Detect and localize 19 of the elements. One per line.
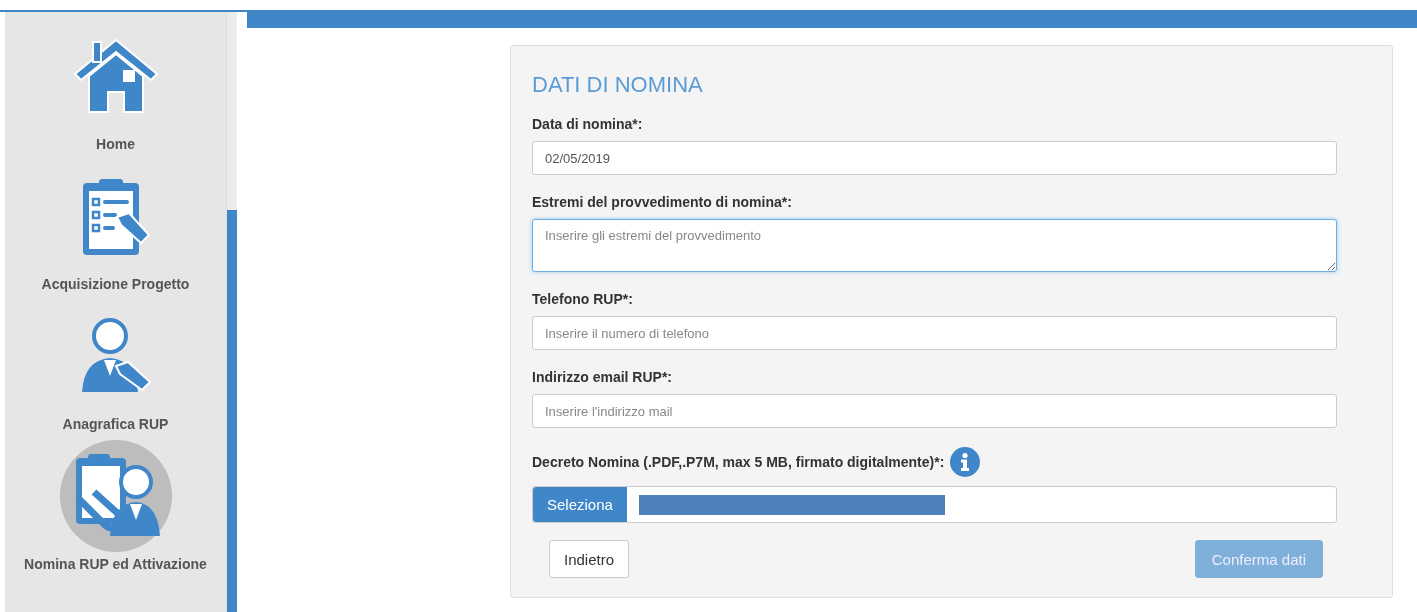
text-area[interactable]: Inserire gli estremi del provvedimento [532,219,1337,272]
file-field[interactable]: Seleziona [532,486,1337,523]
field-label: Indirizzo email RUP*: [532,369,673,385]
sidebar-item[interactable]: Acquisizione Progetto [41,152,190,292]
back-button[interactable]: Indietro [549,540,630,578]
field-label: Decreto Nomina (.PDF,.P7M, max 5 MB, firmato digitalmente)*: [532,454,945,470]
sidebar-item[interactable]: Anagrafica RUP [59,292,172,432]
field-label: Estremi del provvedimento di nomina*: [532,194,792,210]
info-icon[interactable] [950,447,981,477]
sidebar-item[interactable]: Nomina RUP ed Attivazione [24,432,207,572]
input-field[interactable]: Inserire il numero di telefono [532,316,1337,350]
section-title: DATI DI NOMINA [532,72,704,98]
field-label: Telefono RUP*: [532,291,633,307]
scrollbar[interactable] [226,12,237,612]
input-field[interactable]: Inserire l'indirizzo mail [532,394,1337,428]
sidebar-item[interactable]: Home [59,12,172,152]
select-file-button[interactable]: Seleziona [533,487,627,522]
input-field[interactable]: 02/05/2019 [532,141,1337,175]
field-label: Data di nomina*: [532,116,643,132]
